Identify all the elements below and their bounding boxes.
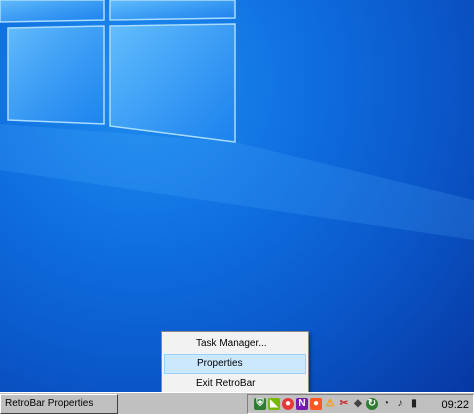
record-icon[interactable]: ● xyxy=(310,398,322,410)
wifi-icon[interactable]: ◔ xyxy=(380,398,392,410)
taskbar-window-button[interactable]: RetroBar Properties xyxy=(0,394,118,414)
tray-clock[interactable]: 09:22 xyxy=(441,396,469,414)
menu-item-task-manager[interactable]: Task Manager... xyxy=(164,334,306,354)
sync-icon[interactable]: ↻ xyxy=(366,398,378,410)
network-icon[interactable]: ◆ xyxy=(352,398,364,410)
snip-icon[interactable]: ✂ xyxy=(338,398,350,410)
nvidia-icon[interactable]: ◣ xyxy=(268,398,280,410)
menu-item-exit-retrobar[interactable]: Exit RetroBar xyxy=(164,374,306,394)
taskbar: RetroBar Properties ⛨ ◣ ● N ● ⚠ ✂ ◆ ↻ ◔ … xyxy=(0,392,474,414)
context-menu: Task Manager... Properties Exit RetroBar xyxy=(161,331,309,397)
menu-item-properties[interactable]: Properties xyxy=(164,354,306,374)
shield-icon[interactable]: ⛨ xyxy=(254,398,266,410)
onenote-icon[interactable]: N xyxy=(296,398,308,410)
battery-icon[interactable]: ▮ xyxy=(408,398,420,410)
color-icon[interactable]: ● xyxy=(282,398,294,410)
volume-icon[interactable]: ♪ xyxy=(394,398,406,410)
system-tray: ⛨ ◣ ● N ● ⚠ ✂ ◆ ↻ ◔ ♪ ▮ 09:22 xyxy=(247,394,474,414)
warning-icon[interactable]: ⚠ xyxy=(324,398,336,410)
